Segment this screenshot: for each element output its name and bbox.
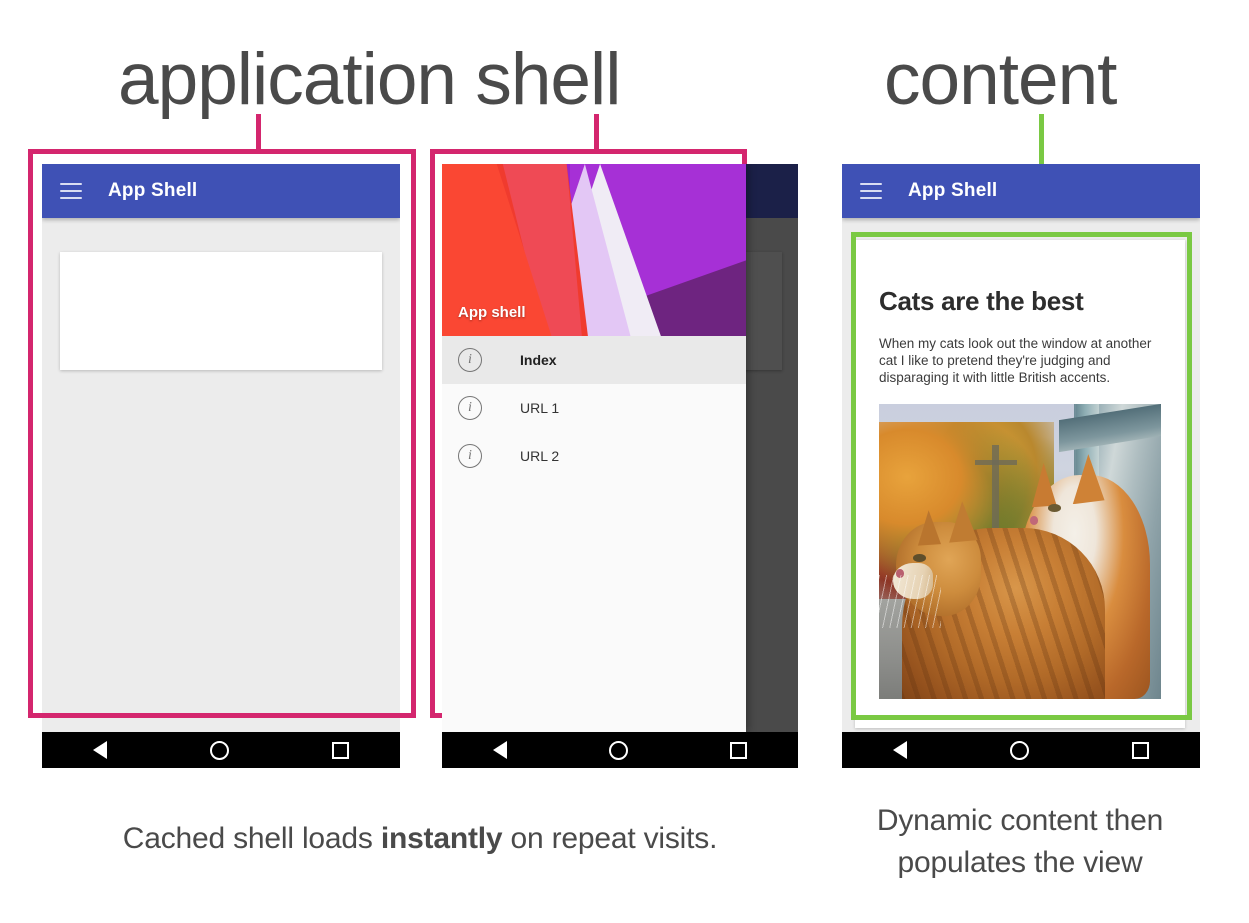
home-circle-icon[interactable]: [209, 740, 229, 760]
article-title: Cats are the best: [879, 286, 1084, 316]
home-circle-icon[interactable]: [609, 740, 628, 760]
back-triangle-icon[interactable]: [93, 741, 108, 759]
phone-content: App Shell Cats are the best When my cats…: [842, 164, 1200, 768]
article-card: Cats are the best When my cats look out …: [855, 240, 1185, 728]
android-navbar-content: [842, 732, 1200, 768]
navigation-drawer: App shell i Index i URL 1 i URL 2: [442, 164, 746, 732]
recents-square-icon[interactable]: [730, 741, 747, 759]
drawer-item-list: i Index i URL 1 i URL 2: [442, 336, 746, 480]
back-triangle-icon[interactable]: [493, 741, 507, 759]
photo-cat-back-eye: [1048, 504, 1061, 512]
recents-square-icon[interactable]: [1131, 741, 1149, 759]
info-icon: i: [458, 444, 482, 468]
diagram-stage: application shell content App Shell App …: [0, 0, 1249, 923]
photo-cat-front-eye: [912, 554, 926, 563]
hamburger-icon[interactable]: [60, 183, 82, 199]
appbar-title: App Shell: [908, 180, 998, 201]
caption-left-part1: Cached shell loads: [122, 822, 381, 855]
drawer-item-url-2[interactable]: i URL 2: [442, 432, 746, 480]
info-icon: i: [458, 348, 482, 372]
back-triangle-icon[interactable]: [893, 741, 908, 759]
appbar-title: App Shell: [108, 180, 198, 201]
connector-line-shell-right: [594, 114, 599, 152]
info-icon: i: [458, 396, 482, 420]
appbar-shell: App Shell: [42, 164, 400, 218]
drawer-item-url-1[interactable]: i URL 1: [442, 384, 746, 432]
android-navbar-shell: [42, 732, 400, 768]
drawer-item-label: Index: [520, 352, 557, 368]
article-body: When my cats look out the window at anot…: [879, 336, 1152, 385]
drawer-header-title: App shell: [458, 304, 526, 321]
android-navbar-drawer: [442, 732, 798, 768]
drawer-header: App shell: [442, 164, 746, 336]
caption-left-emphasis: instantly: [380, 822, 503, 855]
drawer-item-index[interactable]: i Index: [442, 336, 746, 384]
phone-app-shell: App Shell: [42, 164, 400, 768]
photo-cat-front-whiskers: [879, 575, 942, 629]
caption-dynamic-content: Dynamic content then populates the view: [876, 804, 1164, 879]
connector-line-shell-left: [256, 114, 261, 152]
heading-content: content: [884, 39, 1117, 120]
caption-cached-shell: Cached shell loads instantly on repeat v…: [40, 822, 800, 856]
drawer-item-label: URL 2: [520, 448, 560, 464]
empty-content-card: [60, 252, 382, 370]
appbar-content: App Shell: [842, 164, 1200, 218]
heading-application-shell: application shell: [118, 39, 621, 120]
recents-square-icon[interactable]: [331, 741, 349, 759]
phone-screen-shell: App Shell: [42, 164, 400, 732]
phone-navigation-drawer: App Shell App shell: [442, 164, 798, 768]
cat-photo: [879, 404, 1161, 699]
drawer-item-label: URL 1: [520, 400, 560, 416]
home-circle-icon[interactable]: [1009, 740, 1029, 760]
phone-screen-content: App Shell Cats are the best When my cats…: [842, 164, 1200, 732]
phone-screen-drawer: App Shell App shell: [442, 164, 798, 732]
photo-utility-crossbar: [974, 460, 1018, 465]
hamburger-icon[interactable]: [860, 183, 882, 199]
caption-left-part2: on repeat visits.: [502, 822, 718, 855]
